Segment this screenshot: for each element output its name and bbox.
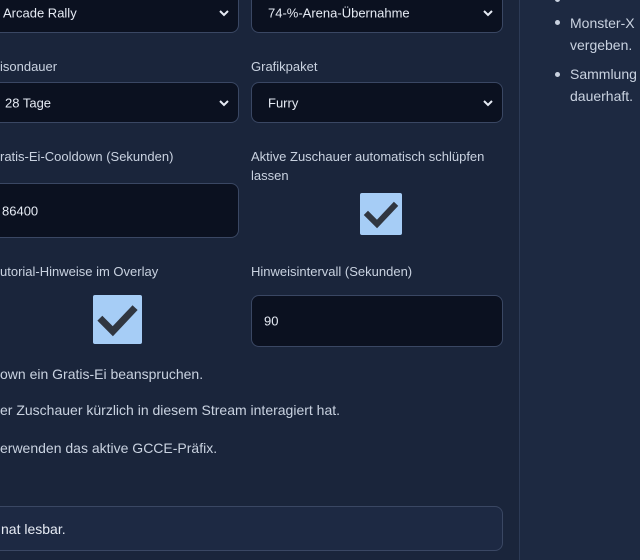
hint-line: er Zuschauer kürzlich in diesem Stream i… (0, 402, 341, 418)
sidebar-item-line: Sammlung (570, 66, 637, 82)
sidebar-item-line: dauerhaft. (570, 88, 634, 104)
hint-interval-value: 90 (264, 313, 279, 329)
graphics-pack-select[interactable]: Furry (251, 82, 503, 123)
hint-interval-label: Hinweisintervall (Sekunden) (251, 264, 413, 279)
graphics-pack-value: Furry (268, 95, 299, 110)
bottom-field[interactable]: nat lesbar. (0, 506, 503, 551)
game-select[interactable]: Arcade Rally (0, 0, 239, 33)
season-duration-value: 28 Tage (5, 95, 52, 110)
checkmark-icon (97, 305, 138, 337)
auto-hatch-checkbox[interactable] (360, 193, 402, 235)
graphics-pack-label: Grafikpaket (251, 59, 318, 74)
sidebar-item-line: vergeben. (570, 37, 633, 53)
chevron-down-icon (483, 9, 493, 16)
sidebar-panel: Monster-X vergeben. Sammlung dauerhaft. (520, 0, 640, 560)
game-select-value: Arcade Rally (3, 5, 77, 20)
arena-select-value: 74-%-Arena-Übernahme (268, 5, 410, 20)
cooldown-value: 86400 (2, 203, 39, 218)
bullet (555, 72, 560, 77)
checkmark-icon (363, 201, 399, 229)
arena-select[interactable]: 74-%-Arena-Übernahme (251, 0, 503, 33)
sidebar-item-line: Monster-X (570, 15, 635, 31)
settings-form: Arcade Rally 74-%-Arena-Übernahme isonda… (0, 0, 519, 560)
auto-hatch-label: Aktive Zuschauer automatisch schlüpfen l… (251, 149, 485, 183)
hint-line: own ein Gratis-Ei beanspruchen. (0, 366, 204, 382)
bullet (555, 20, 560, 25)
cooldown-input[interactable]: 86400 (0, 183, 239, 238)
season-duration-label: isondauer (0, 59, 58, 74)
season-duration-select[interactable]: 28 Tage (0, 82, 239, 123)
chevron-down-icon (219, 99, 229, 106)
hint-line: erwenden das aktive GCCE-Präfix. (0, 440, 218, 456)
chevron-down-icon (483, 99, 493, 106)
bottom-field-value: nat lesbar. (1, 520, 66, 537)
tutorial-hints-checkbox[interactable] (93, 295, 142, 344)
chevron-down-icon (219, 9, 229, 16)
hint-interval-input[interactable]: 90 (251, 295, 503, 347)
tutorial-hints-label: utorial-Hinweise im Overlay (0, 264, 159, 279)
bullet (555, 0, 560, 2)
cooldown-label: ratis-Ei-Cooldown (Sekunden) (0, 149, 174, 164)
